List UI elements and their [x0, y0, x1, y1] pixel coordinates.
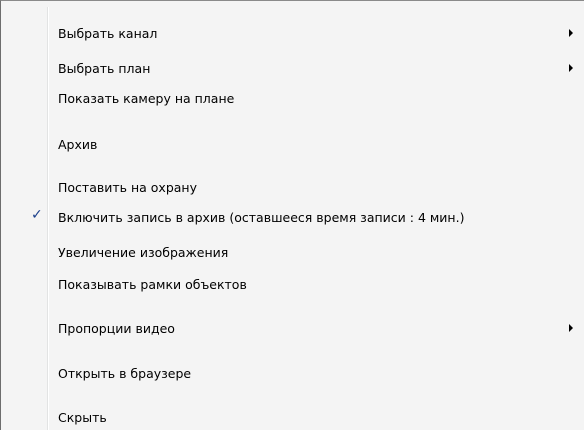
menu-item-label: Архив	[58, 136, 98, 152]
checkmark-icon: ✓	[31, 207, 43, 223]
submenu-arrow-icon	[569, 64, 573, 72]
menu-item-archive[interactable]: Архив	[4, 133, 581, 155]
menu-item-label: Выбрать канал	[58, 25, 158, 41]
menu-item-image-zoom[interactable]: Увеличение изображения	[4, 241, 581, 263]
context-menu: Выбрать канал Выбрать план Показать каме…	[0, 0, 584, 430]
menu-item-label: Поставить на охрану	[58, 179, 197, 195]
menu-item-open-in-browser[interactable]: Открыть в браузере	[4, 362, 581, 384]
menu-item-enable-archive-recording[interactable]: ✓ Включить запись в архив (оставшееся вр…	[4, 206, 581, 228]
menu-item-label: Скрыть	[58, 409, 107, 425]
menu-item-label: Открыть в браузере	[58, 365, 192, 381]
menu-item-label: Показывать рамки объектов	[58, 276, 247, 292]
menu-item-label: Включить запись в архив (оставшееся врем…	[58, 209, 465, 225]
menu-item-label: Выбрать план	[58, 60, 151, 76]
submenu-arrow-icon	[569, 324, 573, 332]
menu-item-label: Пропорции видео	[58, 320, 175, 336]
screen: Выбрать канал Выбрать план Показать каме…	[0, 0, 584, 430]
menu-item-select-plan[interactable]: Выбрать план	[4, 57, 581, 79]
menu-item-label: Увеличение изображения	[58, 244, 229, 260]
submenu-arrow-icon	[569, 29, 573, 37]
menu-item-video-aspect[interactable]: Пропорции видео	[4, 317, 581, 339]
menu-item-hide[interactable]: Скрыть	[4, 406, 581, 428]
menu-item-select-channel[interactable]: Выбрать канал	[4, 22, 581, 44]
menu-item-arm[interactable]: Поставить на охрану	[4, 176, 581, 198]
menu-item-show-camera-on-plan[interactable]: Показать камеру на плане	[4, 87, 581, 109]
menu-item-show-object-frames[interactable]: Показывать рамки объектов	[4, 273, 581, 295]
menu-item-label: Показать камеру на плане	[58, 90, 235, 106]
